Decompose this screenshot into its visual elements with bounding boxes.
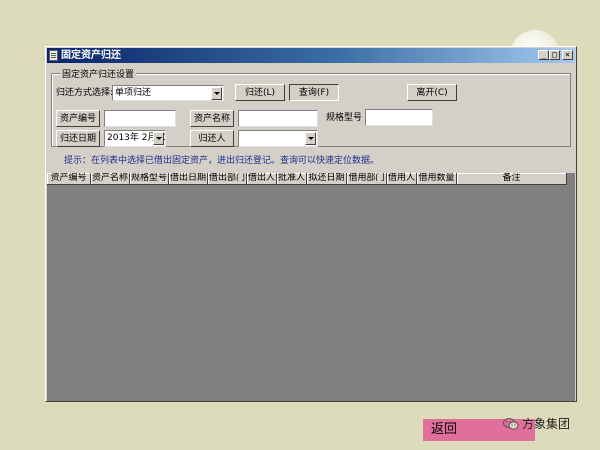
returner-label: 归还人 — [190, 130, 234, 147]
return-mode-value: 单项归还 — [115, 88, 152, 98]
col-asset-no[interactable]: 资产编号 — [47, 173, 91, 185]
chevron-down-icon[interactable] — [153, 132, 164, 145]
window-title: 固定资产归还 — [61, 50, 121, 61]
col-user[interactable]: 借用人 — [387, 173, 417, 185]
app-icon — [49, 50, 58, 61]
brand-watermark: 方象集团 — [503, 415, 570, 432]
asset-no-label: 资产编号 — [56, 110, 100, 127]
query-button[interactable]: 查询(F) — [289, 84, 339, 101]
return-mode-label: 归还方式选择: — [56, 88, 114, 98]
asset-name-input[interactable] — [238, 110, 318, 127]
col-loan-dept[interactable]: 借出部门 — [208, 173, 247, 185]
col-planned-return-date[interactable]: 拟还日期 — [307, 173, 347, 185]
title-bar: 固定资产归还 _ □ × — [47, 48, 575, 63]
group-title: 固定资产归还设置 — [60, 67, 137, 80]
return-date-picker[interactable]: 2013年 2月20日 — [104, 130, 166, 147]
asset-name-label: 资产名称 — [190, 110, 234, 127]
returner-select[interactable] — [238, 130, 318, 147]
col-asset-name[interactable]: 资产名称 — [91, 173, 130, 185]
return-settings-group: 固定资产归还设置 归还方式选择: 单项归还 归还(L) 查询(F) 离开(C) … — [51, 67, 571, 147]
hint-text: 提示：在列表中选择已借出固定资产，进出归还登记。查询可以快速定位数据。 — [64, 156, 380, 166]
brand-name: 方象集团 — [522, 417, 571, 431]
spec-label: 规格型号 — [326, 113, 363, 123]
return-mode-select[interactable]: 单项归还 — [112, 85, 224, 101]
return-button[interactable]: 归还(L) — [235, 84, 285, 101]
col-borrower[interactable]: 借出人 — [247, 173, 277, 185]
return-date-label: 归还日期 — [56, 130, 100, 147]
minimize-button[interactable]: _ — [538, 50, 549, 60]
asset-return-window: 固定资产归还 _ □ × 固定资产归还设置 归还方式选择: 单项归还 归还(L)… — [45, 46, 577, 402]
loan-records-grid[interactable]: 资产编号 资产名称 规格型号 借出日期 借出部门 借出人 批准人 拟还日期 借用… — [47, 173, 575, 401]
maximize-button[interactable]: □ — [549, 50, 560, 60]
close-button[interactable]: × — [562, 50, 573, 60]
col-remarks[interactable]: 备注 — [457, 173, 567, 185]
spec-input[interactable] — [365, 109, 433, 126]
col-loan-date[interactable]: 借出日期 — [169, 173, 208, 185]
col-quantity[interactable]: 借用数量 — [417, 173, 457, 185]
window-controls: _ □ × — [538, 50, 573, 60]
chevron-down-icon[interactable] — [305, 132, 316, 145]
wechat-icon — [503, 417, 519, 431]
grid-header: 资产编号 资产名称 规格型号 借出日期 借出部门 借出人 批准人 拟还日期 借用… — [47, 173, 567, 185]
col-approver[interactable]: 批准人 — [277, 173, 307, 185]
col-using-dept[interactable]: 借用部门 — [347, 173, 387, 185]
chevron-down-icon[interactable] — [211, 87, 222, 100]
asset-no-input[interactable] — [104, 110, 176, 127]
leave-button[interactable]: 离开(C) — [407, 84, 457, 101]
col-spec[interactable]: 规格型号 — [130, 173, 169, 185]
